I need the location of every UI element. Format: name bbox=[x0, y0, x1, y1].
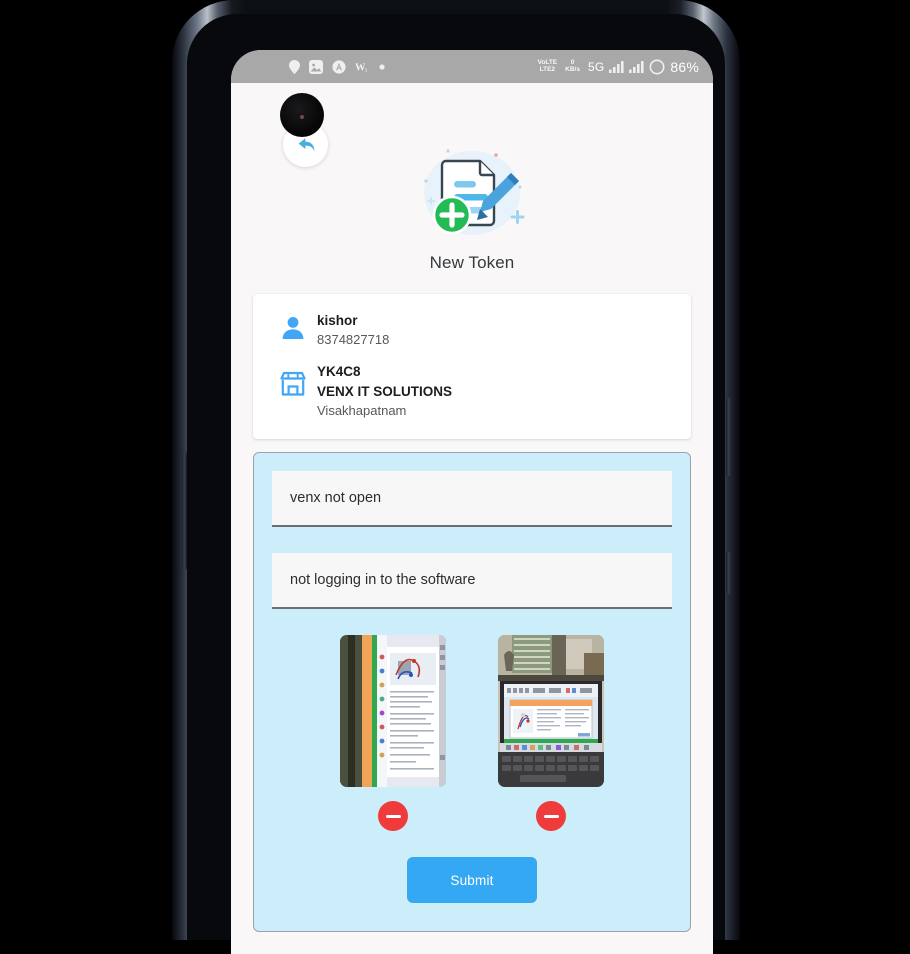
app-content: New Token kishor 8374827718 YK4C8 VENX I… bbox=[231, 83, 713, 954]
title-input-value: venx not open bbox=[290, 490, 382, 507]
customer-phone: 8374827718 bbox=[317, 331, 390, 347]
status-bar-notification-icons: W1 bbox=[245, 59, 385, 74]
token-form-panel: venx not open not logging in to the soft… bbox=[253, 452, 691, 933]
volte-bottom-label: LTE2 bbox=[539, 65, 556, 73]
volume-up-button[interactable] bbox=[726, 398, 731, 476]
status-bar-system-icons: VoLTE LTE2 0 KB/s 5G 86% bbox=[538, 59, 699, 75]
volume-down-button[interactable] bbox=[726, 552, 731, 594]
network-type-label: 5G bbox=[587, 59, 605, 74]
signal-bars-sim1-icon bbox=[609, 60, 624, 73]
customer-company: VENX IT SOLUTIONS bbox=[317, 383, 453, 399]
customer-city: Visakhapatnam bbox=[317, 402, 407, 418]
customer-info-card: kishor 8374827718 YK4C8 VENX IT SOLUTION… bbox=[253, 294, 691, 440]
attachment-item bbox=[340, 635, 446, 832]
submit-button[interactable]: Submit bbox=[407, 857, 537, 904]
remove-attachment-2-button[interactable] bbox=[536, 801, 566, 832]
customer-person-row: kishor 8374827718 bbox=[253, 306, 691, 354]
battery-percent-label: 86% bbox=[670, 58, 699, 75]
title-input[interactable]: venx not open bbox=[272, 471, 672, 528]
dot-icon bbox=[379, 63, 385, 70]
data-rate-unit: KB/s bbox=[565, 65, 580, 73]
attachment-thumbnail-2[interactable] bbox=[498, 635, 604, 788]
person-icon bbox=[275, 311, 311, 341]
customer-code: YK4C8 bbox=[317, 364, 361, 380]
store-icon bbox=[275, 362, 311, 397]
description-input-value: not logging in to the software bbox=[290, 572, 476, 589]
page-title: New Token bbox=[429, 253, 515, 272]
phone-frame: W1 VoLTE LTE2 0 KB/s 5G 86% New Token ki… bbox=[172, 0, 740, 954]
description-input[interactable]: not logging in to the software bbox=[272, 553, 672, 610]
app-a-icon bbox=[332, 59, 346, 74]
w-icon: W1 bbox=[355, 61, 370, 73]
photo-icon bbox=[309, 59, 323, 74]
attachment-item bbox=[498, 635, 604, 832]
customer-store-row: YK4C8 VENX IT SOLUTIONS Visakhapatnam bbox=[253, 354, 691, 425]
status-bar: W1 VoLTE LTE2 0 KB/s 5G 86% bbox=[231, 50, 713, 83]
phone-bezel: W1 VoLTE LTE2 0 KB/s 5G 86% New Token ki… bbox=[187, 14, 725, 954]
submit-row: Submit bbox=[272, 857, 672, 904]
svg-text:1: 1 bbox=[365, 68, 368, 73]
camera-punch-hole bbox=[280, 93, 324, 137]
data-rate-indicator: 0 KB/s bbox=[565, 59, 580, 73]
volte-indicator: VoLTE LTE2 bbox=[538, 59, 558, 73]
phone-screen: W1 VoLTE LTE2 0 KB/s 5G 86% New Token ki… bbox=[231, 50, 713, 954]
signal-bars-sim2-icon bbox=[629, 60, 644, 73]
battery-icon bbox=[649, 59, 665, 75]
customer-name: kishor bbox=[317, 313, 358, 328]
new-token-icon bbox=[408, 135, 536, 251]
remove-attachment-1-button[interactable] bbox=[378, 801, 408, 832]
location-pin-icon bbox=[289, 59, 300, 74]
attachment-thumbnail-1[interactable] bbox=[340, 635, 446, 788]
attachment-list bbox=[272, 635, 672, 832]
